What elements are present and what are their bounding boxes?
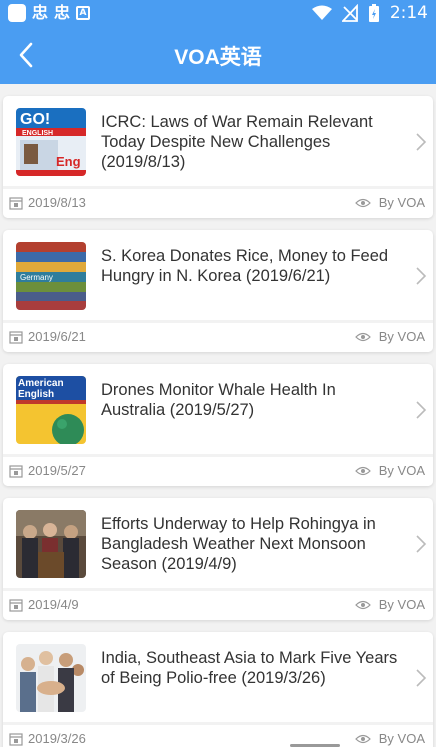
article-date: 2019/8/13 xyxy=(28,195,86,210)
article-card[interactable]: GO! ENGLISH Eng ICRC: Laws of War Remain… xyxy=(3,96,433,218)
date-group: 2019/3/26 xyxy=(9,731,86,746)
calendar-icon xyxy=(9,732,23,746)
battery-charging-icon xyxy=(368,4,379,22)
article-date: 2019/3/26 xyxy=(28,731,86,746)
status-time: 2:14 xyxy=(389,3,428,23)
thumb-eng-text: Eng xyxy=(56,154,81,169)
article-author: By VOA xyxy=(378,463,425,478)
date-group: 2019/6/21 xyxy=(9,329,86,344)
article-meta: 2019/8/13 By VOA xyxy=(3,189,433,218)
author-group: By VOA xyxy=(354,329,425,344)
notification-glyph-2: 忠 xyxy=(54,3,71,22)
article-title: Drones Monitor Whale Health In Australia… xyxy=(101,381,336,419)
eye-icon xyxy=(354,466,371,475)
article-author: By VOA xyxy=(378,597,425,612)
status-bar-left: 忠 忠 A xyxy=(8,3,91,23)
article-meta: 2019/4/9 By VOA xyxy=(3,591,433,620)
thumb-germany-text: Germany xyxy=(20,273,53,282)
notification-glyph-1: 忠 xyxy=(32,3,49,22)
notification-a-icon: A xyxy=(76,6,91,20)
thumb-american-text: American xyxy=(18,378,64,389)
article-date: 2019/5/27 xyxy=(28,463,86,478)
article-card[interactable]: American English Drones Monitor Whale He… xyxy=(3,364,433,486)
article-title: ICRC: Laws of War Remain Relevant Today … xyxy=(101,113,373,171)
chevron-right-icon xyxy=(416,669,427,687)
chevron-right-icon xyxy=(416,267,427,285)
calendar-icon xyxy=(9,464,23,478)
eye-icon xyxy=(354,734,371,743)
eye-icon xyxy=(354,600,371,609)
author-group: By VOA xyxy=(354,597,425,612)
page-title: VOA英语 xyxy=(174,46,262,69)
thumb-english-text: ENGLISH xyxy=(22,130,53,137)
date-group: 2019/8/13 xyxy=(9,195,86,210)
eye-icon xyxy=(354,332,371,341)
app-bar: VOA英语 xyxy=(0,27,436,84)
thumb-english-text: English xyxy=(18,389,54,400)
article-date: 2019/6/21 xyxy=(28,329,86,344)
author-group: By VOA xyxy=(354,731,425,746)
author-group: By VOA xyxy=(354,463,425,478)
article-meta: 2019/3/26 By VOA xyxy=(3,725,433,747)
thumb-go-text: GO! xyxy=(20,111,50,128)
article-meta: 2019/5/27 By VOA xyxy=(3,457,433,486)
article-card[interactable]: India, Southeast Asia to Mark Five Years… xyxy=(3,632,433,747)
chevron-right-icon xyxy=(416,133,427,151)
chevron-right-icon xyxy=(416,535,427,553)
notification-app-icon xyxy=(8,4,26,22)
article-title: India, Southeast Asia to Mark Five Years… xyxy=(101,649,398,687)
article-date: 2019/4/9 xyxy=(28,597,79,612)
article-thumbnail xyxy=(16,644,86,712)
eye-icon xyxy=(354,198,371,207)
article-thumbnail: GO! ENGLISH Eng xyxy=(16,108,86,176)
wifi-icon xyxy=(311,5,332,20)
article-author: By VOA xyxy=(378,731,425,746)
date-group: 2019/4/9 xyxy=(9,597,79,612)
article-thumbnail: Germany xyxy=(16,242,86,310)
article-title: S. Korea Donates Rice, Money to Feed Hun… xyxy=(101,247,389,285)
article-card[interactable]: Germany S. Korea Donates Rice, Money to … xyxy=(3,230,433,352)
status-bar: 忠 忠 A 2:14 xyxy=(0,0,436,27)
calendar-icon xyxy=(9,196,23,210)
calendar-icon xyxy=(9,330,23,344)
article-thumbnail: American English xyxy=(16,376,86,444)
article-author: By VOA xyxy=(378,195,425,210)
calendar-icon xyxy=(9,598,23,612)
article-author: By VOA xyxy=(378,329,425,344)
article-thumbnail xyxy=(16,510,86,578)
status-bar-right: 2:14 xyxy=(311,2,428,24)
article-card[interactable]: Efforts Underway to Help Rohingya in Ban… xyxy=(3,498,433,620)
article-title: Efforts Underway to Help Rohingya in Ban… xyxy=(101,515,376,573)
date-group: 2019/5/27 xyxy=(9,463,86,478)
author-group: By VOA xyxy=(354,195,425,210)
no-signal-icon xyxy=(341,4,358,22)
article-meta: 2019/6/21 By VOA xyxy=(3,323,433,352)
chevron-right-icon xyxy=(416,401,427,419)
